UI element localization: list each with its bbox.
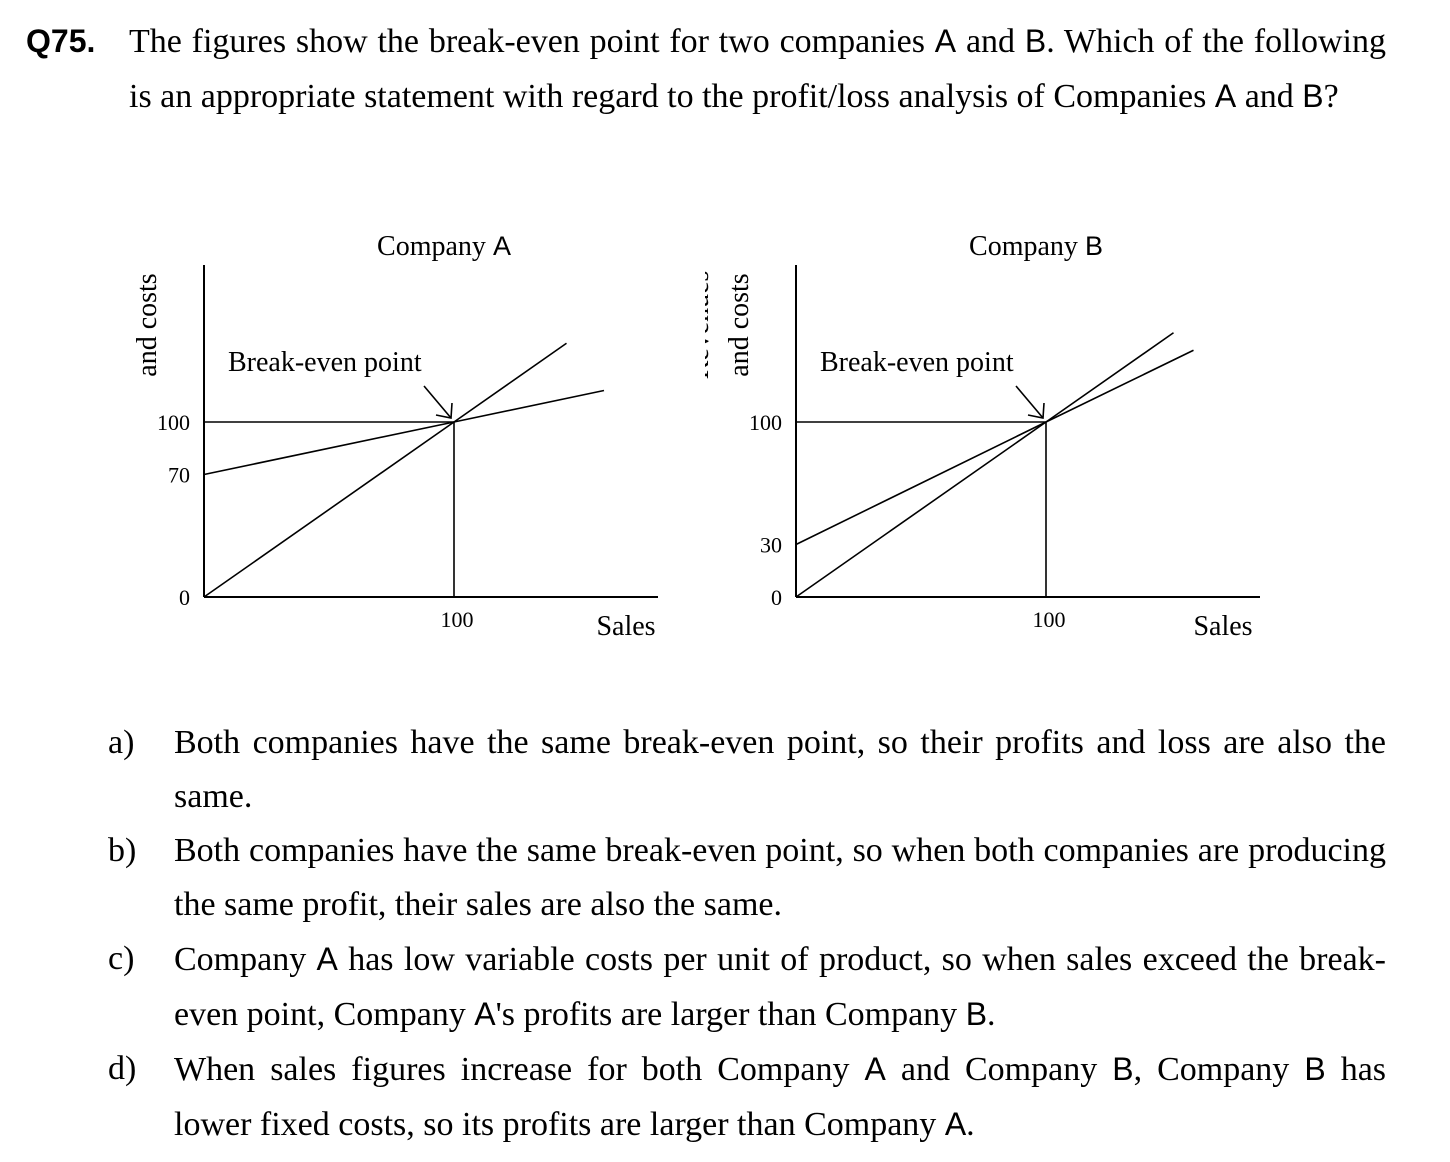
y-tick-label: 100 — [157, 410, 190, 435]
option-b[interactable]: b) Both companies have the same break-ev… — [108, 824, 1386, 932]
company-letter: B — [965, 996, 988, 1032]
option-text: Both companies have the same break-even … — [174, 832, 1386, 923]
option-c[interactable]: c) Company A has low variable costs per … — [108, 932, 1386, 1042]
y-tick-label: 30 — [760, 533, 782, 558]
break-even-annotation: Break-even point — [228, 347, 422, 378]
company-letter: B — [1112, 1051, 1134, 1087]
x-axis-label: Sales — [596, 611, 655, 642]
option-d[interactable]: d) When sales figures increase for both … — [108, 1042, 1386, 1152]
revenue-line — [203, 342, 567, 598]
company-letter: A — [864, 1051, 886, 1087]
y-axis-label: Revenues — [705, 271, 715, 380]
y-tick-label: 70 — [168, 463, 190, 488]
company-letter: A — [944, 1106, 967, 1142]
answer-options: a) Both companies have the same break-ev… — [108, 716, 1386, 1152]
option-text: . — [987, 996, 996, 1033]
company-letter: A — [934, 23, 957, 59]
chart-title: Company A — [377, 231, 511, 262]
chart-company-a: 0 70 100 100 Sales Revenues and costs Company A… — [120, 231, 658, 642]
question-number: Q75. — [26, 23, 96, 59]
company-letter: A — [474, 996, 496, 1032]
y-tick-label: 100 — [749, 410, 782, 435]
question-text-part: and — [1236, 78, 1303, 115]
option-text: 's profits are larger than Company — [495, 996, 966, 1033]
cost-line — [203, 389, 605, 476]
question-text-part: ? — [1323, 78, 1339, 115]
option-text: Company — [174, 941, 317, 978]
option-text: When sales figures increase for both Com… — [174, 1051, 865, 1088]
option-a[interactable]: a) Both companies have the same break-ev… — [108, 716, 1386, 824]
y-axis-label: and costs — [132, 273, 163, 376]
x-axis-label: Sales — [1193, 611, 1252, 642]
y-axis-label: and costs — [724, 273, 755, 376]
chart-company-b: 0 30 100 100 Sales Revenues and costs Company B… — [705, 231, 1260, 642]
company-letter: A — [316, 941, 338, 977]
question-text: The figures show the break-even point fo… — [129, 14, 1386, 124]
option-text: , Company — [1133, 1051, 1305, 1088]
question-text-part: The figures show the break-even point fo… — [129, 23, 935, 60]
y-tick-label: 0 — [179, 585, 190, 610]
x-tick-label: 100 — [441, 607, 474, 632]
company-letter: B — [1304, 1051, 1326, 1087]
company-letter: B — [1024, 23, 1047, 59]
option-text: . — [966, 1106, 975, 1143]
annotation-arrow-shaft — [1015, 385, 1044, 419]
question-text-part: and — [956, 23, 1025, 60]
option-letter: c) — [108, 940, 135, 977]
company-letter: A — [1214, 78, 1237, 114]
y-axis-label: Revenues — [120, 271, 123, 380]
question: Q75. The figures show the break-even poi… — [26, 14, 1386, 124]
option-text: Both companies have the same break-even … — [174, 724, 1386, 815]
cost-line — [795, 349, 1194, 546]
company-letter: B — [1302, 78, 1324, 114]
charts-area: 0 70 100 100 Sales Revenues and costs Company A… — [0, 215, 1450, 655]
option-letter: a) — [108, 724, 135, 761]
option-letter: b) — [108, 832, 137, 869]
y-tick-label: 0 — [771, 585, 782, 610]
x-tick-label: 100 — [1033, 607, 1066, 632]
chart-title: Company B — [969, 231, 1103, 262]
annotation-arrow-shaft — [423, 385, 452, 419]
break-even-annotation: Break-even point — [820, 347, 1014, 378]
option-letter: d) — [108, 1050, 137, 1087]
option-text: and Company — [885, 1051, 1113, 1088]
